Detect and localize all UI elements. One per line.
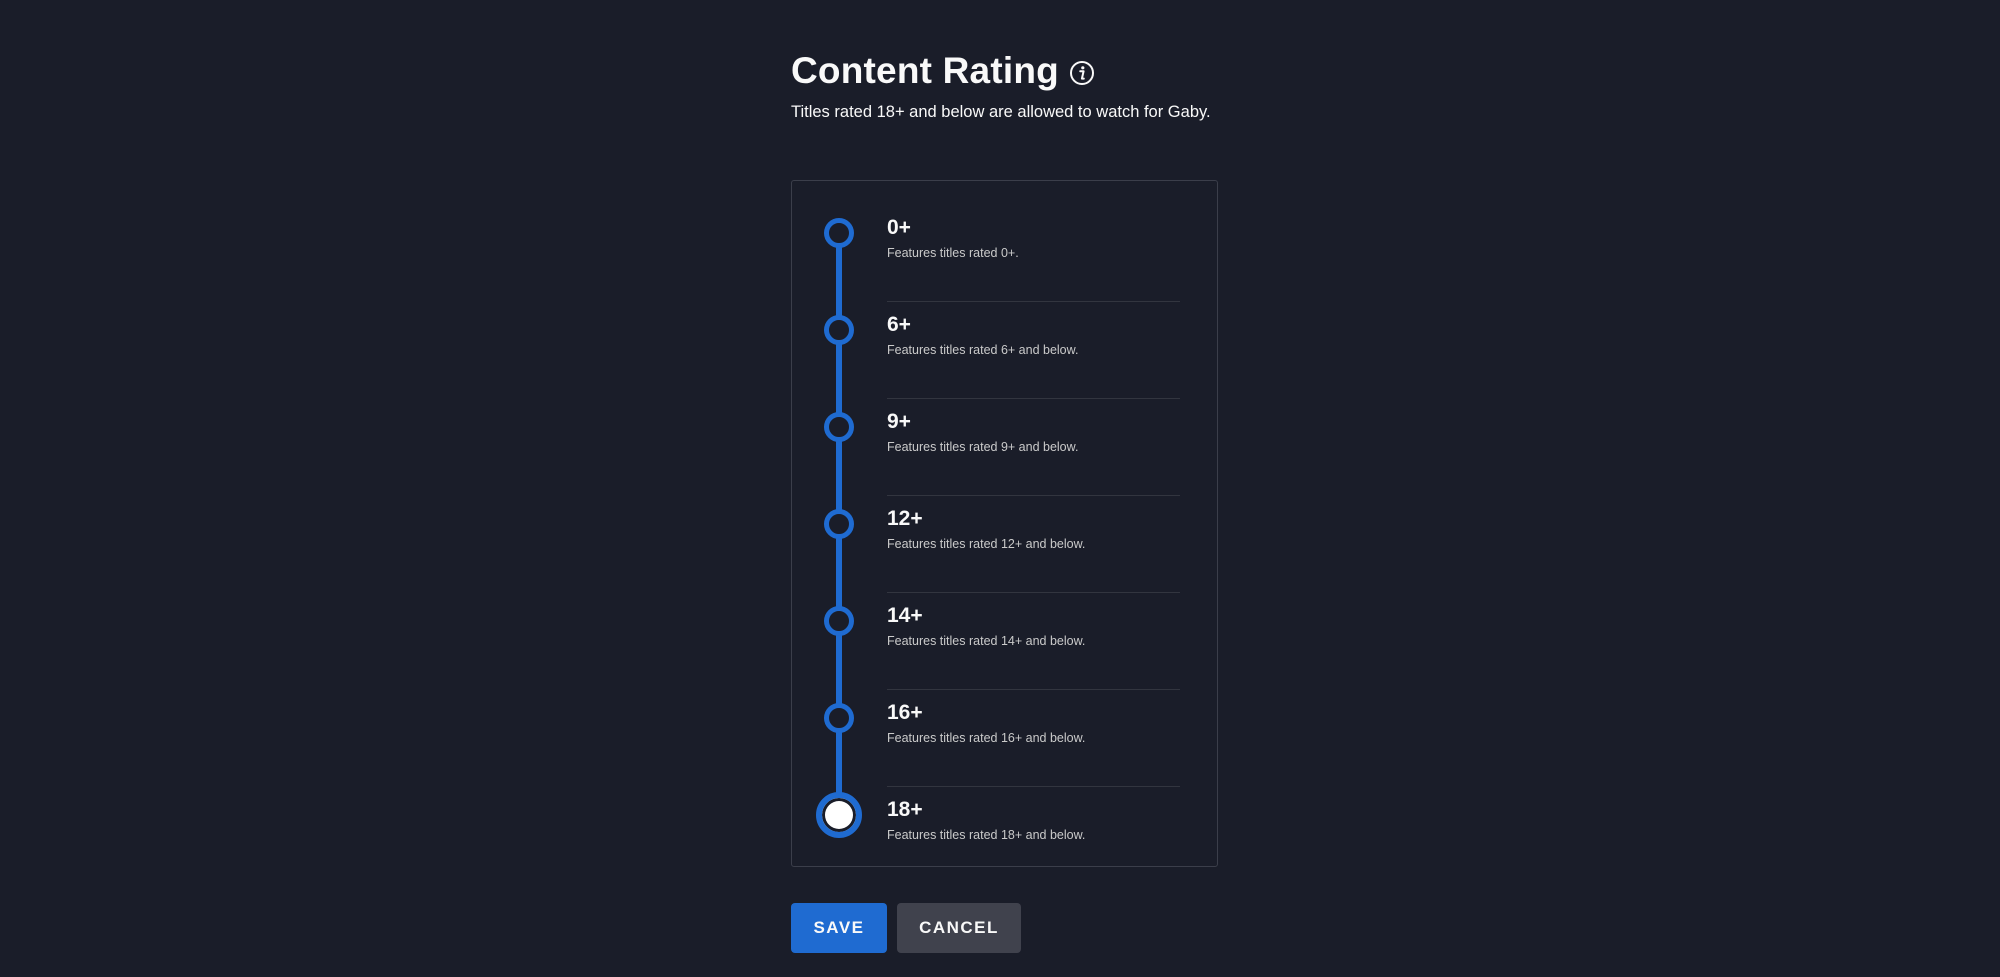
rating-option-label: 9+ [887, 410, 911, 433]
rating-option-label: 6+ [887, 313, 911, 336]
rating-option[interactable]: 6+ Features titles rated 6+ and below. [887, 302, 1180, 399]
rating-option-description: Features titles rated 0+. [887, 246, 1019, 260]
rating-option-description: Features titles rated 14+ and below. [887, 634, 1086, 648]
rating-option-description: Features titles rated 6+ and below. [887, 343, 1079, 357]
rating-option-label: 14+ [887, 604, 923, 627]
rating-option-selected[interactable]: 18+ Features titles rated 18+ and below. [887, 787, 1180, 884]
rating-option-description: Features titles rated 12+ and below. [887, 537, 1086, 551]
rating-option-label: 0+ [887, 216, 911, 239]
rating-option-label: 18+ [887, 798, 923, 821]
rating-option[interactable]: 12+ Features titles rated 12+ and below. [887, 496, 1180, 593]
rating-option[interactable]: 9+ Features titles rated 9+ and below. [887, 399, 1180, 496]
rating-option-description: Features titles rated 16+ and below. [887, 731, 1086, 745]
rating-option[interactable]: 16+ Features titles rated 16+ and below. [887, 690, 1180, 787]
rating-option[interactable]: 14+ Features titles rated 14+ and below. [887, 593, 1180, 690]
rating-node-0[interactable] [824, 218, 854, 248]
page-subtitle: Titles rated 18+ and below are allowed t… [791, 103, 1211, 121]
title-row: Content Rating [791, 46, 1211, 96]
page-title: Content Rating [791, 50, 1059, 91]
rating-option[interactable]: 0+ Features titles rated 0+. [887, 205, 1180, 302]
rating-node-14[interactable] [824, 606, 854, 636]
rating-node-9[interactable] [824, 412, 854, 442]
rating-node-12[interactable] [824, 509, 854, 539]
rating-option-description: Features titles rated 9+ and below. [887, 440, 1079, 454]
rating-node-16[interactable] [824, 703, 854, 733]
rating-node-6[interactable] [824, 315, 854, 345]
rating-option-description: Features titles rated 18+ and below. [887, 828, 1086, 842]
rating-option-label: 12+ [887, 507, 923, 530]
save-button[interactable]: SAVE [791, 903, 887, 953]
content-rating-page: Content Rating Titles rated 18+ and belo… [0, 0, 2000, 977]
rating-node-18-selected[interactable] [816, 792, 862, 838]
info-icon[interactable] [1069, 60, 1095, 86]
page-header: Content Rating Titles rated 18+ and belo… [791, 46, 1211, 123]
rating-option-label: 16+ [887, 701, 923, 724]
cancel-button[interactable]: CANCEL [897, 903, 1021, 953]
